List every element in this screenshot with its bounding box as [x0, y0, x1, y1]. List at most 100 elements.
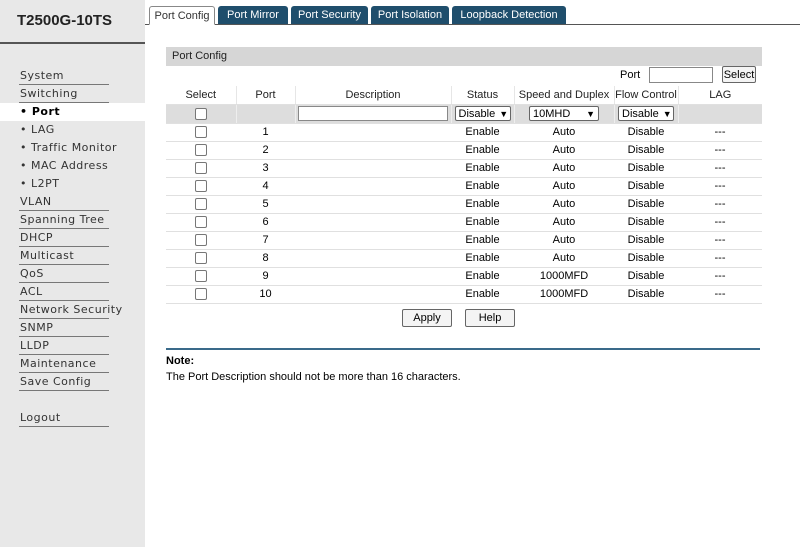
tab-port-config[interactable]: Port Config	[149, 6, 215, 25]
description-input[interactable]	[298, 106, 448, 121]
port-cell: 4	[236, 177, 295, 196]
row-select-checkbox[interactable]	[195, 126, 207, 139]
port-cell: 8	[236, 249, 295, 268]
sidebar-item-vlan[interactable]: VLAN	[0, 193, 145, 211]
menu-spacer	[0, 391, 145, 409]
select-cell	[166, 231, 236, 250]
lag-cell: ---	[678, 249, 762, 268]
note-text: The Port Description should not be more …	[166, 371, 461, 383]
flow-control-cell: Disable	[614, 141, 678, 160]
table-row: 1 Enable Auto Disable ---	[166, 123, 762, 142]
port-cell: 2	[236, 141, 295, 160]
flow-control-select[interactable]: Disable ▼	[618, 106, 674, 121]
sidebar-item-lldp[interactable]: LLDP	[0, 337, 145, 355]
description-cell	[295, 159, 451, 178]
apply-button[interactable]: Apply	[402, 308, 452, 327]
sidebar-item-network-security[interactable]: Network Security	[0, 301, 145, 319]
sidebar-item-qos[interactable]: QoS	[0, 265, 145, 283]
speed-duplex-cell: Auto	[514, 231, 614, 250]
status-cell: Enable	[451, 195, 514, 214]
column-header-description: Description	[295, 86, 452, 105]
row-select-checkbox[interactable]	[195, 252, 207, 265]
lag-cell: ---	[678, 123, 762, 142]
description-cell	[295, 231, 451, 250]
description-cell	[295, 285, 451, 304]
description-cell	[295, 195, 451, 214]
row-select-checkbox[interactable]	[195, 162, 207, 175]
row-select-checkbox[interactable]	[195, 198, 207, 211]
row-select-checkbox[interactable]	[195, 288, 207, 301]
speed-duplex-select[interactable]: 10MHD ▼	[529, 106, 599, 121]
row-select-checkbox[interactable]	[195, 180, 207, 193]
port-cell: 1	[236, 123, 295, 142]
panel-title: Port Config	[166, 47, 762, 66]
bulk-edit-row: Disable ▼ 10MHD ▼ Disable ▼	[166, 104, 762, 124]
lag-cell: ---	[678, 177, 762, 196]
port-config-table: Select Port Description Status Speed and…	[166, 86, 762, 304]
row-select-checkbox[interactable]	[195, 144, 207, 157]
select-port-button[interactable]: Select	[722, 66, 756, 83]
status-cell: Enable	[451, 249, 514, 268]
description-cell	[295, 249, 451, 268]
speed-duplex-cell: Auto	[514, 177, 614, 196]
column-header-speed-duplex: Speed and Duplex	[514, 86, 615, 105]
lag-cell: ---	[678, 195, 762, 214]
speed-duplex-cell: Auto	[514, 213, 614, 232]
sidebar-item-save-config[interactable]: Save Config	[0, 373, 145, 391]
row-select-checkbox[interactable]	[195, 234, 207, 247]
port-cell: 9	[236, 267, 295, 286]
sidebar-item-spanning-tree[interactable]: Spanning Tree	[0, 211, 145, 229]
logo-divider	[0, 42, 145, 44]
status-select[interactable]: Disable ▼	[454, 106, 511, 121]
status-cell: Enable	[451, 231, 514, 250]
column-header-status: Status	[451, 86, 515, 105]
sidebar-item-dhcp[interactable]: DHCP	[0, 229, 145, 247]
sidebar-item-port[interactable]: • Port	[0, 103, 145, 121]
lag-cell: ---	[678, 141, 762, 160]
row-select-checkbox[interactable]	[195, 216, 207, 229]
column-header-port: Port	[236, 86, 296, 105]
chevron-down-icon: ▼	[662, 108, 672, 119]
sidebar-item-system[interactable]: System	[0, 67, 145, 85]
sidebar-item-lag[interactable]: • LAG	[0, 121, 145, 139]
sidebar-item-multicast[interactable]: Multicast	[0, 247, 145, 265]
tab-port-security[interactable]: Port Security	[291, 6, 368, 24]
sidebar-item-l2pt[interactable]: • L2PT	[0, 175, 145, 193]
speed-duplex-cell: Auto	[514, 249, 614, 268]
select-cell	[166, 195, 236, 214]
port-config-panel: Port Config Port Select Select Port Desc…	[166, 47, 762, 332]
select-all-checkbox[interactable]	[194, 107, 207, 120]
lag-cell: ---	[678, 213, 762, 232]
row-select-checkbox[interactable]	[195, 270, 207, 283]
lag-cell: ---	[678, 159, 762, 178]
sidebar-item-acl[interactable]: ACL	[0, 283, 145, 301]
port-cell: 6	[236, 213, 295, 232]
description-cell	[295, 213, 451, 232]
sidebar-item-snmp[interactable]: SNMP	[0, 319, 145, 337]
speed-duplex-cell: Auto	[514, 195, 614, 214]
help-button[interactable]: Help	[465, 308, 515, 327]
column-header-select: Select	[166, 86, 237, 105]
sidebar-item-mac-address[interactable]: • MAC Address	[0, 157, 145, 175]
logout-link[interactable]: Logout	[0, 409, 145, 427]
flow-control-cell: Disable	[614, 159, 678, 178]
tab-bar: Port Config Port Mirror Port Security Po…	[145, 6, 800, 25]
flow-control-cell: Disable	[614, 213, 678, 232]
port-cell: 3	[236, 159, 295, 178]
select-cell	[166, 159, 236, 178]
sidebar-item-maintenance[interactable]: Maintenance	[0, 355, 145, 373]
status-cell: Enable	[451, 213, 514, 232]
port-search-row: Port Select	[166, 66, 762, 86]
tab-port-isolation[interactable]: Port Isolation	[371, 6, 449, 24]
port-search-input[interactable]	[649, 67, 713, 83]
status-cell: Enable	[451, 123, 514, 142]
sidebar-item-traffic-monitor[interactable]: • Traffic Monitor	[0, 139, 145, 157]
status-cell: Enable	[451, 141, 514, 160]
tab-loopback-detection[interactable]: Loopback Detection	[452, 6, 566, 24]
sidebar-item-switching[interactable]: Switching	[0, 85, 145, 103]
speed-duplex-cell: 1000MFD	[514, 285, 614, 304]
tab-port-mirror[interactable]: Port Mirror	[218, 6, 288, 24]
speed-duplex-cell: 1000MFD	[514, 267, 614, 286]
chevron-down-icon: ▼	[499, 108, 509, 119]
chevron-down-icon: ▼	[586, 108, 595, 119]
